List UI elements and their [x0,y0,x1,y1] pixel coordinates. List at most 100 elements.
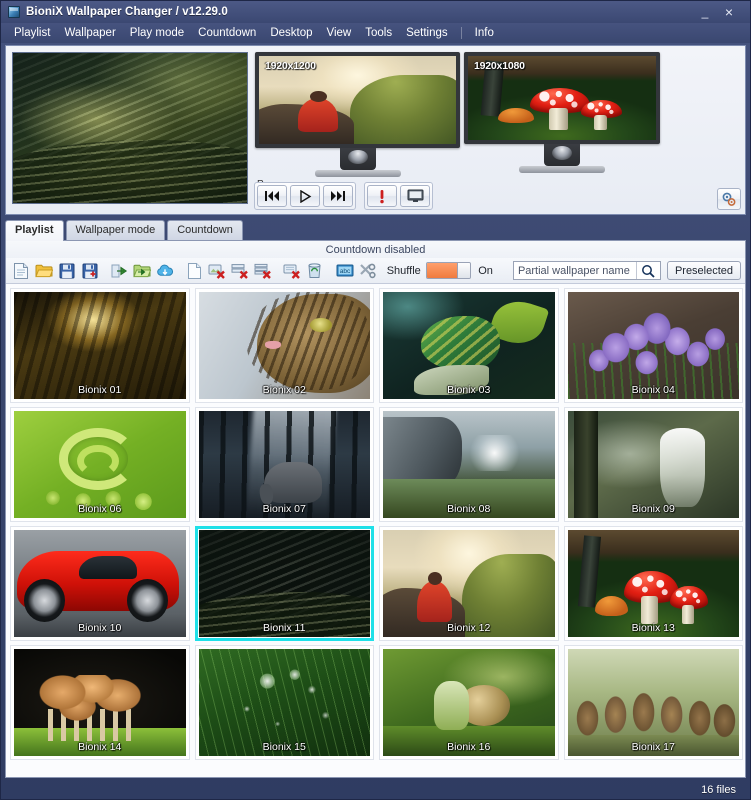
playlist-item-10-selected[interactable]: Bionix 11 [194,526,374,641]
wallpaper-art [567,530,739,637]
status-bar: 16 files [1,780,750,799]
shuffle-toggle-fill [426,263,458,278]
playlist-item-14[interactable]: Bionix 15 [194,645,374,760]
shuffle-toggle-knob [457,263,471,278]
shuffle-state-label: On [478,264,493,277]
current-wallpaper-image [13,53,247,203]
playlist-item-2[interactable]: Bionix 02 [194,288,374,403]
monitor-preview-2[interactable]: 1920x1080 [464,52,660,173]
remove-list-icon[interactable] [251,260,274,282]
save-playlist-icon[interactable] [55,260,78,282]
tab-wallpaper-mode[interactable]: Wallpaper mode [65,220,166,240]
tab-strip: Playlist Wallpaper mode Countdown [5,219,746,241]
playlist-item-15[interactable]: Bionix 16 [379,645,559,760]
menu-item-info[interactable]: Info [468,24,501,42]
menu-item-wallpaper[interactable]: Wallpaper [57,24,122,42]
countdown-status-row: Countdown disabled [6,241,745,258]
blank-page-icon[interactable] [183,260,206,282]
playlist-item-13[interactable]: Bionix 14 [10,645,190,760]
title-bar: BioniX Wallpaper Changer / v12.29.0 _ × [1,1,750,23]
playlist-item-3[interactable]: Bionix 03 [379,288,559,403]
menu-item-play-mode[interactable]: Play mode [123,24,191,42]
menu-item-view[interactable]: View [320,24,359,42]
wallpaper-art [198,292,370,399]
thumbnail-image: Bionix 12 [383,530,555,637]
thumbnail-image: Bionix 13 [567,530,739,637]
tools-icon[interactable] [356,260,379,282]
window-controls: _ × [694,3,746,21]
wallpaper-art [567,292,739,399]
thumbnail-image: Bionix 06 [14,411,186,518]
playlist-item-16[interactable]: Bionix 17 [563,645,743,760]
search-box [512,261,661,280]
wallpaper-art [383,411,555,518]
remove-selected-icon[interactable] [228,260,251,282]
scene-monk-figure [298,90,338,132]
monitor-2-stand-base [519,166,605,173]
scene-mushroom-stem-1 [548,108,568,130]
playlist-item-6[interactable]: Bionix 07 [194,407,374,522]
transport-controls [254,182,433,210]
delete-entry-icon[interactable] [281,260,304,282]
playlist-grid: Bionix 01 Bionix 02 Bionix 03 Bionix 04 … [10,288,743,760]
monitor-1-stand-neck [339,148,376,170]
monitor-1-screen[interactable]: 1920x1200 [255,52,460,148]
playlist-item-11[interactable]: Bionix 12 [379,526,559,641]
menu-bar: Playlist Wallpaper Play mode Countdown D… [1,23,750,43]
playlist-item-8[interactable]: Bionix 09 [563,407,743,522]
playlist-item-1[interactable]: Bionix 01 [10,288,190,403]
thumbnail-image: Bionix 17 [567,649,739,756]
wallpaper-art [198,649,370,756]
import-wallpaper-icon[interactable] [108,260,131,282]
menu-item-tools[interactable]: Tools [358,24,399,42]
playlist-item-5[interactable]: Bionix 06 [10,407,190,522]
playlist-item-12[interactable]: Bionix 13 [563,526,743,641]
thumbnail-image: Bionix 11 [198,530,370,637]
countdown-status-text: Countdown disabled [325,243,426,256]
next-wallpaper-button[interactable] [323,185,353,207]
rename-icon[interactable]: abc [333,260,356,282]
new-playlist-icon[interactable] [10,260,33,282]
desktop-button[interactable] [400,185,430,207]
menu-divider [460,27,462,39]
save-playlist-as-icon[interactable] [78,260,101,282]
display-settings-button[interactable] [717,188,741,210]
playlist-item-7[interactable]: Bionix 08 [379,407,559,522]
current-wallpaper-preview[interactable] [12,52,248,204]
window-title-text: BioniX Wallpaper Changer / [26,6,179,18]
alert-button[interactable] [367,185,397,207]
import-folder-icon[interactable] [131,260,154,282]
menu-item-countdown[interactable]: Countdown [191,24,263,42]
file-count-label: 16 files [701,783,736,796]
monitor-preview-1[interactable]: 1920x1200 P [255,52,460,190]
menu-item-settings[interactable]: Settings [399,24,455,42]
play-button[interactable] [290,185,320,207]
menu-item-playlist[interactable]: Playlist [7,24,57,42]
download-cloud-icon[interactable] [153,260,176,282]
playlist-scroll-area[interactable]: Bionix 01 Bionix 02 Bionix 03 Bionix 04 … [6,284,745,777]
remove-wallpaper-icon[interactable] [206,260,229,282]
open-playlist-icon[interactable] [33,260,56,282]
tab-countdown[interactable]: Countdown [167,220,243,240]
minimize-button[interactable]: _ [694,3,716,21]
preselected-button[interactable]: Preselected [666,261,742,280]
search-input[interactable] [513,262,636,279]
monitor-2-screen[interactable]: 1920x1080 [464,52,660,144]
previous-wallpaper-button[interactable] [257,185,287,207]
shuffle-label: Shuffle [386,264,421,277]
recycle-bin-icon[interactable] [304,260,327,282]
thumbnail-image: Bionix 08 [383,411,555,518]
scene-mushroom-stem-2 [593,114,608,130]
playlist-item-4[interactable]: Bionix 04 [563,288,743,403]
wallpaper-art [383,649,555,756]
shuffle-toggle[interactable] [425,262,472,279]
search-icon[interactable] [635,262,660,279]
wallpaper-art [383,530,555,637]
playlist-item-9[interactable]: Bionix 10 [10,526,190,641]
tab-playlist[interactable]: Playlist [5,220,64,241]
wallpaper-art [567,411,739,518]
monitor-2-resolution: 1920x1080 [474,60,525,72]
menu-item-desktop[interactable]: Desktop [263,24,319,42]
scene-hill-right [349,75,456,144]
close-button[interactable]: × [718,3,740,21]
